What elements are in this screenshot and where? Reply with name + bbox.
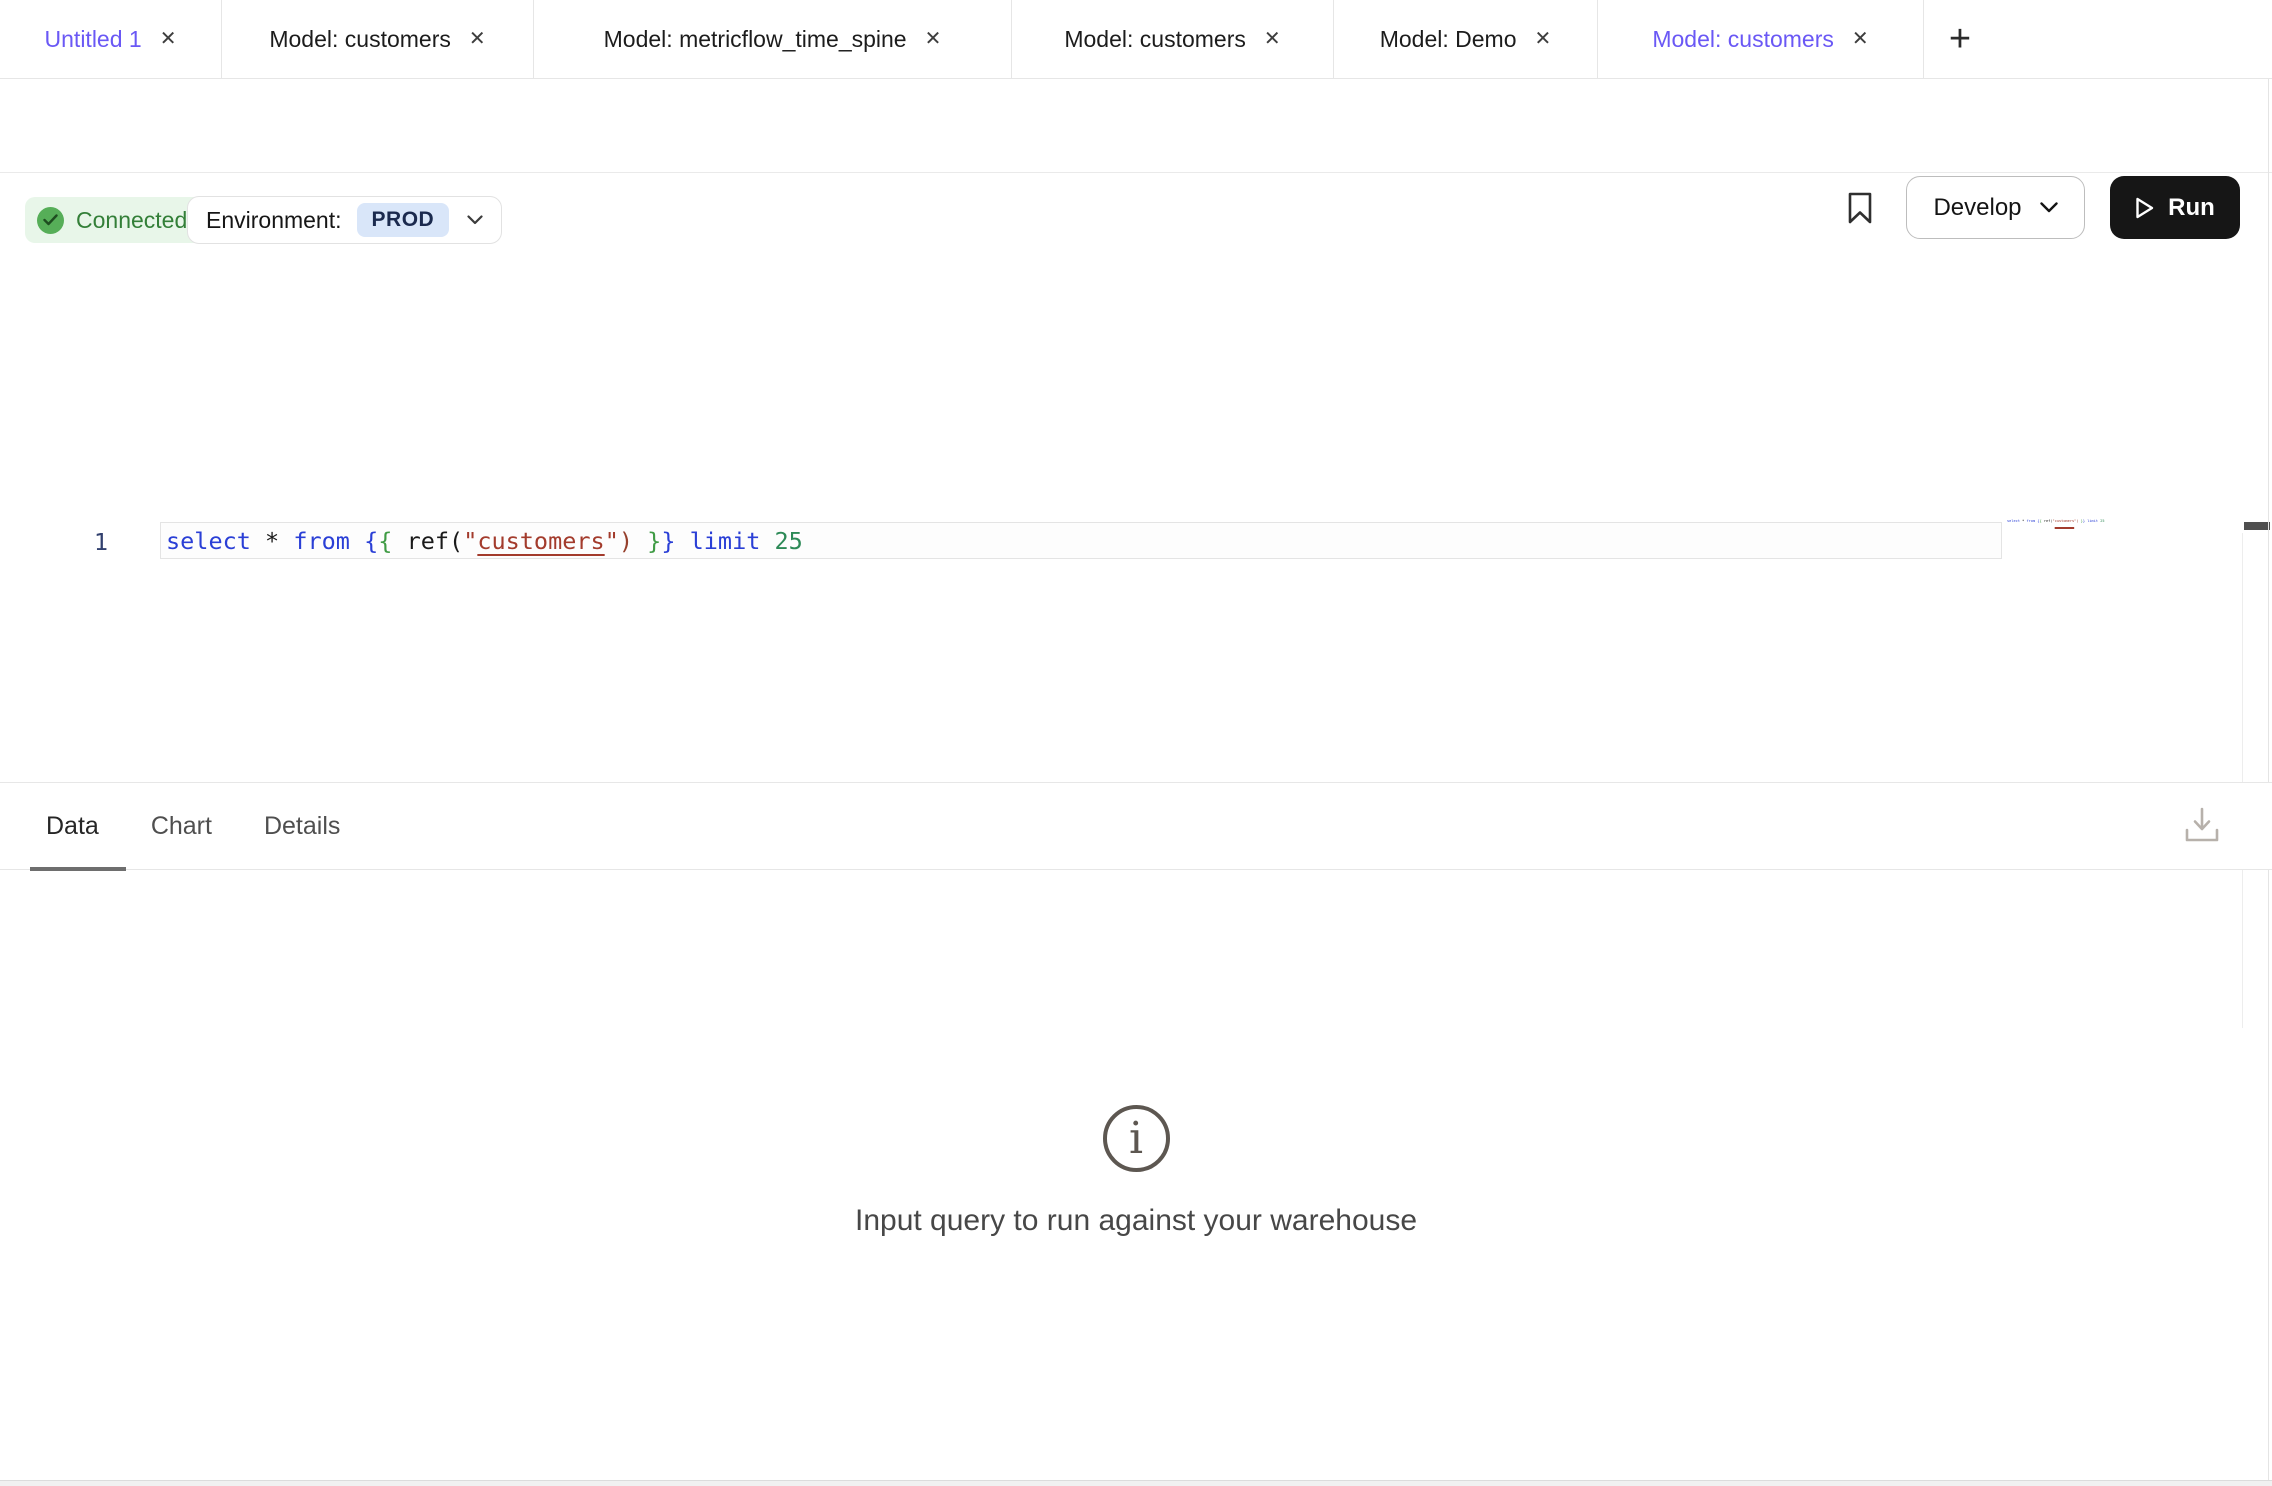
code-token bbox=[675, 527, 689, 555]
editor-tab[interactable]: Untitled 1 ✕ bbox=[0, 0, 222, 78]
chevron-down-icon bbox=[2040, 202, 2058, 213]
develop-button[interactable]: Develop bbox=[1906, 176, 2085, 239]
line-number: 1 bbox=[0, 528, 108, 556]
editor-tab-label: Model: customers bbox=[1064, 26, 1246, 53]
chevron-down-icon bbox=[467, 215, 483, 225]
editor-tab[interactable]: Model: metricflow_time_spine ✕ bbox=[534, 0, 1012, 78]
code-token bbox=[633, 527, 647, 555]
results-tab-chart[interactable]: Chart bbox=[151, 812, 212, 841]
connection-status-badge: Connected bbox=[25, 197, 205, 243]
close-icon[interactable]: ✕ bbox=[1852, 29, 1869, 49]
results-tab-details[interactable]: Details bbox=[264, 812, 340, 841]
page-bottom-strip bbox=[0, 1480, 2272, 1486]
code-token: " bbox=[463, 527, 477, 555]
code-token: select bbox=[2007, 519, 2020, 523]
code-token: } bbox=[647, 527, 661, 555]
active-line-highlight[interactable]: select * from {{ ref("customers") }} lim… bbox=[160, 522, 2002, 559]
editor-tab-label: Model: metricflow_time_spine bbox=[604, 26, 907, 53]
code-line[interactable]: select * from {{ ref("customers") }} lim… bbox=[166, 527, 803, 555]
close-icon[interactable]: ✕ bbox=[1264, 29, 1281, 49]
editor-scrollbar-thumb[interactable] bbox=[2244, 522, 2270, 530]
environment-selector[interactable]: Environment: PROD bbox=[187, 196, 502, 244]
editor-tab-label: Untitled 1 bbox=[45, 26, 142, 53]
info-icon-glyph: i bbox=[1129, 1117, 1143, 1161]
editor-tab[interactable]: Model: customers ✕ bbox=[1598, 0, 1924, 78]
results-tab-bar: Data Chart Details bbox=[0, 782, 2272, 870]
code-token: customers bbox=[477, 527, 604, 555]
code-editor[interactable]: 1 select * from {{ ref("customers") }} l… bbox=[0, 250, 2272, 782]
check-circle-icon bbox=[37, 207, 64, 234]
develop-button-label: Develop bbox=[1933, 194, 2021, 222]
run-button[interactable]: Run bbox=[2110, 176, 2240, 239]
code-token: ) bbox=[619, 527, 633, 555]
close-icon[interactable]: ✕ bbox=[160, 29, 177, 49]
close-icon[interactable]: ✕ bbox=[1535, 29, 1552, 49]
editor-tab[interactable]: Model: Demo ✕ bbox=[1334, 0, 1598, 78]
code-token: ( bbox=[449, 527, 463, 555]
code-token bbox=[350, 527, 364, 555]
code-token: * bbox=[265, 527, 279, 555]
right-edge-divider bbox=[2268, 79, 2269, 1480]
connection-status-label: Connected bbox=[76, 207, 187, 234]
code-token: customers bbox=[2055, 519, 2074, 523]
editor-tab[interactable]: Model: customers ✕ bbox=[222, 0, 534, 78]
minimap-divider bbox=[2242, 533, 2243, 1028]
code-token bbox=[760, 527, 774, 555]
close-icon[interactable]: ✕ bbox=[469, 29, 486, 49]
empty-state-message: Input query to run against your warehous… bbox=[0, 1204, 2272, 1238]
download-icon bbox=[2184, 806, 2220, 844]
editor-minimap[interactable]: select * from {{ ref("customers") }} lim… bbox=[2007, 519, 2117, 523]
code-token: from bbox=[293, 527, 350, 555]
code-token: { bbox=[378, 527, 392, 555]
environment-value-badge: PROD bbox=[357, 203, 450, 237]
editor-tab-label: Model: customers bbox=[1652, 26, 1834, 53]
editor-tab-bar: Untitled 1✕Model: customers✕Model: metri… bbox=[0, 0, 2272, 79]
bookmark-icon bbox=[1848, 192, 1872, 224]
code-token: from bbox=[2027, 519, 2036, 523]
ide-window: Untitled 1✕Model: customers✕Model: metri… bbox=[0, 0, 2272, 1486]
code-token bbox=[392, 527, 406, 555]
code-token: { bbox=[364, 527, 378, 555]
active-results-tab-indicator bbox=[30, 867, 126, 871]
toolbar: Develop Run bbox=[0, 80, 2272, 173]
code-token: 25 bbox=[775, 527, 803, 555]
editor-tab-label: Model: Demo bbox=[1380, 26, 1517, 53]
code-token: } bbox=[661, 527, 675, 555]
code-token: ref bbox=[407, 527, 449, 555]
environment-label: Environment: bbox=[206, 207, 342, 234]
results-tab-data[interactable]: Data bbox=[46, 812, 99, 841]
play-icon bbox=[2135, 197, 2154, 219]
editor-tab-label: Model: customers bbox=[269, 26, 451, 53]
download-button[interactable] bbox=[2180, 802, 2224, 848]
code-token bbox=[279, 527, 293, 555]
code-token: limit bbox=[690, 527, 761, 555]
add-tab-button[interactable]: + bbox=[1924, 0, 1996, 78]
code-token: limit bbox=[2087, 519, 2098, 523]
close-icon[interactable]: ✕ bbox=[925, 29, 942, 49]
bookmark-button[interactable] bbox=[1843, 188, 1877, 228]
code-token: " bbox=[605, 527, 619, 555]
code-token bbox=[251, 527, 265, 555]
info-icon: i bbox=[1103, 1105, 1170, 1172]
run-button-label: Run bbox=[2168, 194, 2215, 222]
code-token: 25 bbox=[2100, 519, 2104, 523]
editor-tab[interactable]: Model: customers ✕ bbox=[1012, 0, 1334, 78]
code-token: select bbox=[166, 527, 251, 555]
results-empty-state: i Input query to run against your wareho… bbox=[0, 1105, 2272, 1238]
